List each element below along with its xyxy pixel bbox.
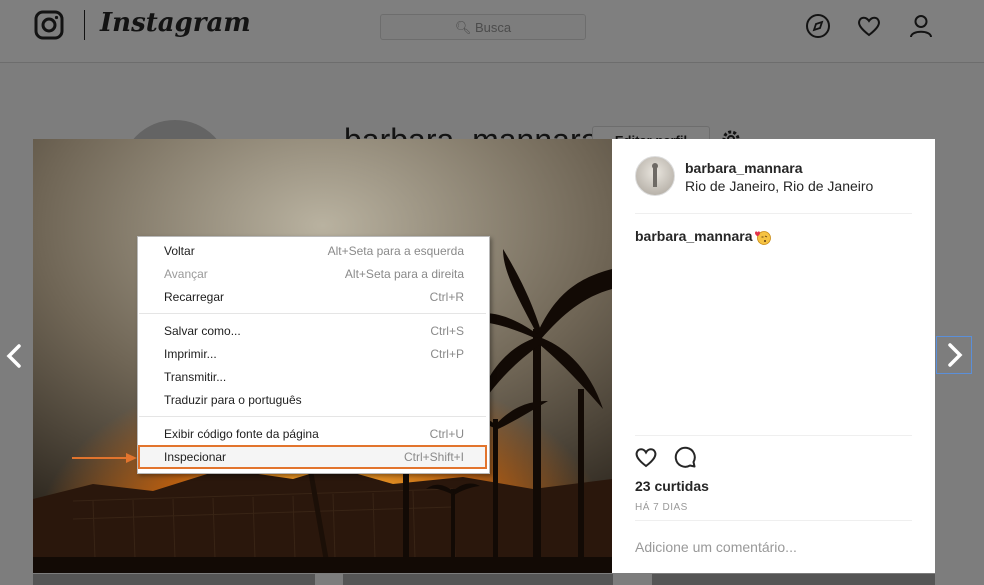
grid-thumbnail [343,574,613,585]
divider [635,213,912,214]
menu-item-forward[interactable]: Avançar Alt+Seta para a direita [139,263,486,285]
grid-thumbnail [33,574,315,585]
menu-item-label: Exibir código fonte da página [164,427,319,441]
grid-thumbnail [652,574,935,585]
kissing-face-emoji-icon [754,231,771,246]
annotation-arrow-icon [72,453,137,463]
menu-item-shortcut: Ctrl+Shift+I [403,450,464,464]
caption-username[interactable]: barbara_mannara [635,228,753,244]
menu-item-label: Transmitir... [164,370,227,384]
menu-item-shortcut: Alt+Seta para a direita [344,267,464,281]
menu-item-label: Imprimir... [164,347,217,361]
next-post-button[interactable] [936,336,972,374]
menu-item-translate[interactable]: Traduzir para o português [139,389,486,411]
likes-count[interactable]: 23 curtidas [635,478,709,494]
menu-item-label: Recarregar [164,290,225,304]
menu-item-reload[interactable]: Recarregar Ctrl+R [139,286,486,308]
divider [635,520,912,521]
menu-separator [139,313,486,314]
post-caption: barbara_mannara [635,228,772,246]
menu-item-shortcut: Ctrl+R [429,290,464,304]
like-heart-icon[interactable] [634,445,658,469]
menu-item-cast[interactable]: Transmitir... [139,366,486,388]
menu-item-label: Traduzir para o português [164,393,302,407]
next-post-chevron-icon [948,343,963,367]
menu-item-inspect[interactable]: Inspecionar Ctrl+Shift+I [138,445,487,469]
browser-context-menu: Voltar Alt+Seta para a esquerda Avançar … [137,236,490,474]
comment-bubble-icon[interactable] [673,445,697,469]
menu-item-label: Salvar como... [164,324,241,338]
post-details-panel: barbara_mannara Rio de Janeiro, Rio de J… [612,139,935,573]
menu-item-label: Inspecionar [164,450,227,464]
post-author-avatar[interactable] [635,156,675,196]
menu-item-shortcut: Ctrl+U [429,427,464,441]
menu-item-label: Voltar [164,244,195,258]
post-timestamp: HÁ 7 DIAS [635,502,688,513]
menu-item-view-source[interactable]: Exibir código fonte da página Ctrl+U [139,423,486,445]
previous-post-chevron-icon[interactable] [2,338,24,374]
post-author-username[interactable]: barbara_mannara [685,160,803,176]
post-location[interactable]: Rio de Janeiro, Rio de Janeiro [685,178,873,194]
menu-item-shortcut: Alt+Seta para a esquerda [327,244,464,258]
menu-separator [139,416,486,417]
menu-item-shortcut: Ctrl+P [430,347,464,361]
menu-item-label: Avançar [164,267,208,281]
menu-item-save-as[interactable]: Salvar como... Ctrl+S [139,320,486,342]
menu-item-back[interactable]: Voltar Alt+Seta para a esquerda [139,240,486,262]
menu-item-print[interactable]: Imprimir... Ctrl+P [139,343,486,365]
menu-item-shortcut: Ctrl+S [430,324,464,338]
divider [635,435,912,436]
add-comment-input[interactable]: Adicione um comentário... [635,539,797,555]
